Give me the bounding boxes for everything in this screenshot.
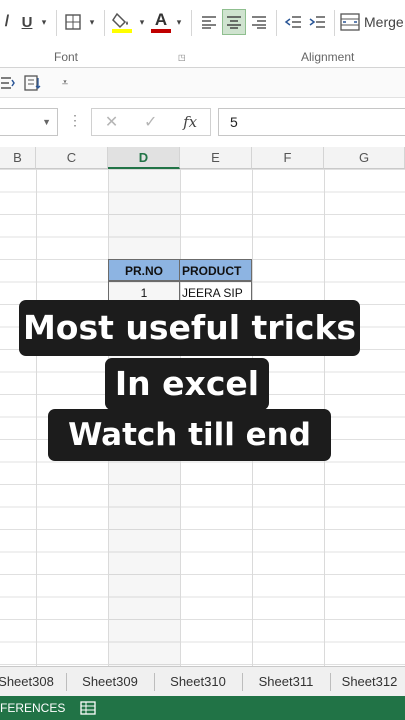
tab-sheet310[interactable]: Sheet310 [158, 667, 238, 697]
separator [191, 10, 192, 36]
formula-buttons: ✕ ✓ fx [91, 108, 211, 136]
table-header-pr-no[interactable]: PR.NO [108, 259, 180, 281]
tab-sheet308[interactable]: Sheet308 [0, 667, 60, 697]
merge-icon [340, 13, 360, 31]
caption-line-1: Most useful tricks [19, 300, 360, 356]
tab-separator [330, 673, 331, 691]
font-color-label: A [154, 10, 168, 29]
caption-line-3: Watch till end [48, 409, 331, 461]
table-header-product[interactable]: PRODUCT [179, 259, 252, 281]
tab-sheet309[interactable]: Sheet309 [70, 667, 150, 697]
underline-button[interactable]: U [18, 10, 36, 34]
chevron-down-icon[interactable]: ▾ [136, 12, 148, 32]
ribbon: / U ▾ ▾ ▾ A ▾ Merge Font ◳ Alignment [0, 0, 405, 68]
formula-input[interactable]: 5 [218, 108, 405, 136]
status-text: FERENCES [0, 701, 66, 715]
quick-toolbar-strip: ⩡ [0, 68, 405, 98]
tab-sheet312[interactable]: Sheet312 [334, 667, 405, 697]
column-header-f[interactable]: F [252, 147, 324, 169]
format-icon[interactable] [0, 72, 16, 94]
tab-separator [154, 673, 155, 691]
enter-icon[interactable]: ✓ [144, 112, 157, 132]
font-group-label: Font [54, 50, 79, 64]
separator [276, 10, 277, 36]
formula-bar: ▼ ⋮ ✕ ✓ fx 5 [0, 104, 405, 140]
column-header-e[interactable]: E [180, 147, 252, 169]
column-header-b[interactable]: B [0, 147, 36, 169]
borders-icon[interactable] [62, 10, 84, 34]
font-color-bar [151, 29, 171, 33]
merge-label: Merge [364, 14, 404, 30]
status-bar: FERENCES [0, 696, 405, 720]
chevron-down-icon[interactable]: ▾ [173, 12, 185, 32]
tab-sheet311[interactable]: Sheet311 [246, 667, 326, 697]
column-header-g[interactable]: G [324, 147, 405, 169]
macro-record-icon[interactable] [80, 700, 98, 716]
alignment-group-label: Alignment [301, 50, 355, 64]
tab-separator [66, 673, 67, 691]
grip-icon: ⋮ [68, 112, 82, 128]
fill-color-icon[interactable] [110, 8, 134, 36]
insert-function-button[interactable]: fx [183, 113, 197, 131]
sort-icon[interactable] [22, 72, 42, 94]
merge-button[interactable]: Merge [340, 10, 405, 34]
dialog-launcher-icon[interactable]: ◳ [178, 53, 186, 62]
align-left-icon[interactable] [198, 10, 220, 34]
caption-line-2: In excel [105, 358, 269, 410]
decrease-indent-icon[interactable] [282, 10, 304, 34]
align-right-icon[interactable] [248, 10, 270, 34]
separator [56, 10, 57, 36]
cancel-icon[interactable]: ✕ [105, 112, 118, 132]
align-center-icon[interactable] [222, 9, 246, 35]
gridline [36, 169, 37, 666]
separator [334, 10, 335, 36]
chevron-down-icon[interactable]: ▼ [42, 117, 51, 127]
tab-separator [242, 673, 243, 691]
sheet-tabs-bar: Sheet308 Sheet309 Sheet310 Sheet311 Shee… [0, 666, 405, 696]
more-options-icon[interactable]: ⩡ [58, 74, 72, 92]
separator [104, 10, 105, 36]
name-box[interactable]: ▼ [0, 108, 58, 136]
column-header-d[interactable]: D [108, 147, 180, 169]
italic-button-partial[interactable]: / [0, 10, 14, 34]
font-color-button[interactable]: A [150, 8, 172, 36]
chevron-down-icon[interactable]: ▾ [86, 12, 98, 32]
increase-indent-icon[interactable] [306, 10, 328, 34]
chevron-down-icon[interactable]: ▾ [38, 12, 50, 32]
column-header-c[interactable]: C [36, 147, 108, 169]
